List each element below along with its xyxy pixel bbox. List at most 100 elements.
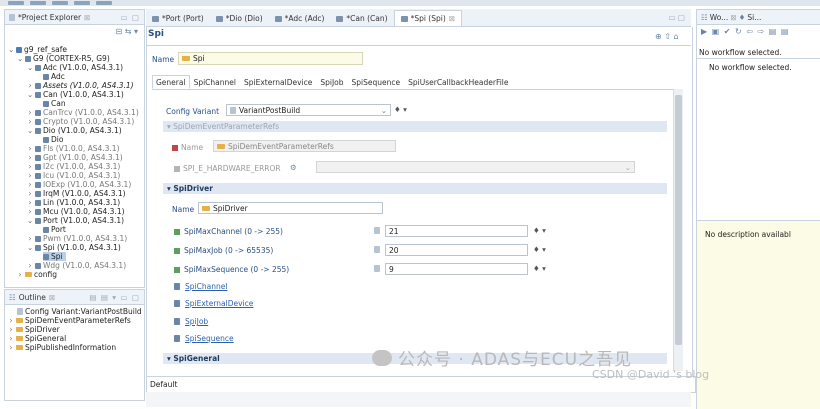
sub-tab-general[interactable]: General <box>152 75 190 89</box>
tool-menu-icon[interactable]: ♦ ▾ <box>394 105 407 114</box>
tree-node-config[interactable]: Dio <box>43 135 63 144</box>
config-icon <box>43 73 49 80</box>
tree-node-config-selected[interactable]: Spi <box>43 252 66 261</box>
sub-tab-spijob[interactable]: SpiJob <box>316 75 347 89</box>
sub-tab-spisequence[interactable]: SpiSequence <box>348 75 405 89</box>
tree-node-module[interactable]: › Wdg (V1.0.0, AS4.3.1) <box>27 261 127 270</box>
editor-tab-can[interactable]: *Can (Can) <box>330 11 393 26</box>
editor-tab-dio[interactable]: *Dio (Dio) <box>210 11 269 26</box>
collapse-all-icon[interactable]: ⊟ ⇆ ▾ <box>115 27 138 36</box>
minimize-maximize-icon[interactable]: ▭ ▢ <box>668 13 691 22</box>
tree-node-module[interactable]: › Pwm (V1.0.0, AS4.3.1) <box>27 234 128 243</box>
tree-node-module[interactable]: › IrqM (V1.0.0, AS4.3.1) <box>27 189 126 198</box>
toolbar-icon[interactable] <box>74 1 90 5</box>
tree-node-config[interactable]: Port <box>43 225 66 234</box>
close-icon[interactable]: ⊠ <box>84 13 90 22</box>
editor-tab-adc[interactable]: *Adc (Adc) <box>269 11 331 26</box>
link-row-spisequence: SpiSequence <box>174 334 234 343</box>
tree-node-module[interactable]: › Assets (V1.0.0, AS4.3.1) <box>27 81 134 90</box>
editor-title: Spi <box>148 29 165 39</box>
tree-node-module[interactable]: › Mcu (V1.0.0, AS4.3.1) <box>27 207 125 216</box>
sub-tab-spiexternaldevice[interactable]: SpiExternalDevice <box>240 75 316 89</box>
editor-tab-spi[interactable]: *Spi (Spi) ⊠ <box>393 10 463 26</box>
link-spijob[interactable]: SpiJob <box>185 317 208 326</box>
project-explorer-tab[interactable]: *Project Explorer ⊠ ▭ ▢ <box>5 10 144 25</box>
editor-tab-port[interactable]: *Port (Port) <box>146 11 210 26</box>
project-explorer-panel: *Project Explorer ⊠ ▭ ▢ ⊟ ⇆ ▾ ⌄ g9_ref_sa… <box>4 9 145 288</box>
close-icon[interactable]: ⊠ <box>449 14 455 23</box>
workflow-toolbar-icons[interactable]: ▶ ▣ ✔ ↻ ⇦ ⇨ ▤ ▤ <box>701 27 789 36</box>
tree-node-project[interactable]: ⌄ g9_ref_safe <box>8 45 67 54</box>
tree-node-module[interactable]: › IOExp (V1.0.0, AS4.3.1) <box>27 180 132 189</box>
close-icon[interactable]: ⊠ <box>49 293 55 302</box>
description-area: No description availabl <box>697 220 820 409</box>
csdn-watermark: CSDN @David 's blog <box>592 368 710 381</box>
tree-node-module[interactable]: › I2c (V1.0.0, AS4.3.1) <box>27 162 121 171</box>
module-icon <box>35 145 41 152</box>
editor-scrollbar[interactable] <box>673 89 683 371</box>
tree-node-module[interactable]: ⌄ Dio (V1.0.0, AS4.3.1) <box>27 126 122 135</box>
link-spiexternaldevice[interactable]: SpiExternalDevice <box>185 299 253 308</box>
tree-node-folder[interactable]: › config <box>17 270 57 279</box>
tree-node-module[interactable]: › Lin (V1.0.0, AS4.3.1) <box>27 198 121 207</box>
tree-node-module[interactable]: ⌄ Can (V1.0.0, AS4.3.1) <box>27 90 124 99</box>
outline-item[interactable]: › SpiPublishedInformation <box>8 343 117 352</box>
reference-icon[interactable]: ⚙ <box>290 163 297 172</box>
tree-node-module[interactable]: ⌄ Adc (V1.0.0, AS4.3.1) <box>27 63 123 72</box>
tree-node-module[interactable]: ⌄ Port (V1.0.0, AS4.3.1) <box>27 216 124 225</box>
folder-icon <box>16 318 23 323</box>
module-icon <box>35 217 41 224</box>
workflow-tab[interactable]: ☷ Wo... ⊠ ♦ Si... <box>697 10 820 25</box>
name-field[interactable]: Spi <box>178 52 363 65</box>
outline-tab[interactable]: ☷ Outline ⊠ ▤ ▤ ▾ ▭ ▢ <box>5 290 144 305</box>
param-row-maxjob: SpiMaxJob (0 -> 65535) <box>174 246 273 255</box>
config-sub-tabs: General SpiChannel SpiExternalDevice Spi… <box>152 75 682 90</box>
minimize-maximize-icon[interactable]: ▭ ▢ <box>120 13 144 22</box>
divider <box>146 45 691 46</box>
outline-item-config-variant[interactable]: Config Variant:VariantPostBuild <box>17 307 142 316</box>
toolbar-icon[interactable] <box>52 1 68 5</box>
tree-node-config[interactable]: Can <box>43 99 66 108</box>
tree-node-module[interactable]: › Icu (V1.0.0, AS4.3.1) <box>27 171 121 180</box>
toolbar-icon[interactable] <box>30 1 46 5</box>
module-icon <box>35 118 41 125</box>
tool-menu-icon[interactable]: ♦ ▾ <box>533 245 546 254</box>
spimaxchannel-input[interactable]: 21 <box>385 225 528 237</box>
tree-node-module[interactable]: › Crypto (V1.0.0, AS4.3.1) <box>27 117 135 126</box>
toolbar-icon[interactable] <box>8 1 24 5</box>
workflow-header-text: No workflow selected. <box>699 48 782 57</box>
outline-item[interactable]: › SpiDriver <box>8 325 60 334</box>
tree-node-module[interactable]: ⌄ Spi (V1.0.0, AS4.3.1) <box>27 243 121 252</box>
status-bar <box>146 392 691 407</box>
section-spidriver[interactable]: ▾ SpiDriver <box>163 183 667 194</box>
section-dem-event-parameter-refs[interactable]: ▾ SpiDemEventParameterRefs <box>163 121 667 132</box>
tree-node-config[interactable]: Adc <box>43 72 65 81</box>
name-label: Name <box>152 55 175 64</box>
config-variant-select[interactable]: VariantPostBuild ⌄ <box>226 104 391 116</box>
tool-menu-icon[interactable]: ♦ ▾ <box>533 226 546 235</box>
link-spisequence[interactable]: SpiSequence <box>185 334 234 343</box>
document-icon <box>374 227 380 236</box>
scrollbar-thumb[interactable] <box>675 95 682 345</box>
module-icon <box>35 244 41 251</box>
spimaxjob-input[interactable]: 20 <box>385 244 528 256</box>
outline-item[interactable]: › SpiDemEventParameterRefs <box>8 316 131 325</box>
container-icon <box>174 283 180 290</box>
driver-name-field[interactable]: SpiDriver <box>198 202 383 214</box>
module-icon <box>35 262 41 269</box>
outline-item[interactable]: › SpiGeneral <box>8 334 67 343</box>
tree-node-ecu[interactable]: ⌄ G9 (CORTEX-R5, G9) <box>17 54 110 63</box>
tree-node-module[interactable]: › Fls (V1.0.0, AS4.3.1) <box>27 144 120 153</box>
tree-node-module[interactable]: › Gpt (V1.0.0, AS4.3.1) <box>27 153 123 162</box>
link-spichannel[interactable]: SpiChannel <box>185 282 227 291</box>
tree-node-module[interactable]: › CanTrcv (V1.0.0, AS4.3.1) <box>27 108 139 117</box>
workflow-body-text: No workflow selected. <box>709 63 792 72</box>
sub-tab-spichannel[interactable]: SpiChannel <box>190 75 240 89</box>
tool-menu-icon[interactable]: ♦ ▾ <box>533 264 546 273</box>
driver-name-label: Name <box>172 205 195 214</box>
sub-tab-spiusercallbackheaderfile[interactable]: SpiUserCallbackHeaderFile <box>404 75 512 89</box>
editor-toolbar-icons[interactable]: ⊕ ⇧ ⌂ <box>655 32 679 41</box>
toolbar-icon[interactable] <box>96 1 112 5</box>
outline-toolbar-icons[interactable]: ▤ ▤ ▾ ▭ ▢ <box>89 293 144 302</box>
spimaxsequence-input[interactable]: 9 <box>385 263 528 275</box>
